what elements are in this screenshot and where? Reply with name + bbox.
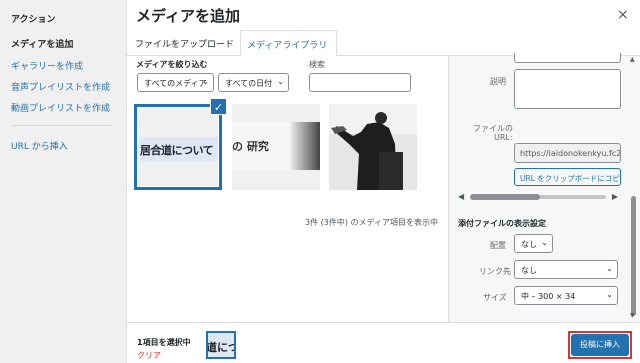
thumb-text: の 研究 (232, 140, 269, 153)
selection-thumb[interactable]: 道につ (206, 331, 236, 359)
date-select-value: すべての日付 (225, 79, 273, 88)
link-to-label: リンク先 (479, 267, 511, 276)
scroll-thumb[interactable] (470, 194, 540, 200)
scroll-thumb[interactable] (631, 196, 636, 316)
link-to-select[interactable]: なし ⌄ (514, 260, 618, 279)
date-select[interactable]: すべての日付 ⌄ (218, 73, 289, 92)
menu-item-video-playlist[interactable]: 動画プレイリストを作成 (11, 101, 110, 114)
chevron-down-icon: ⌄ (202, 77, 209, 86)
thumb-text: 居合道について (140, 144, 214, 157)
size-label: サイズ (483, 293, 507, 302)
file-url-label-line2: URL: (494, 133, 513, 142)
search-label: 検索 (309, 60, 325, 69)
checkmark-icon[interactable]: ✓ (210, 98, 227, 115)
menu-heading: アクション (11, 15, 56, 25)
display-settings-heading: 添付ファイルの表示設定 (458, 219, 546, 228)
scroll-down-icon[interactable]: ▼ (630, 312, 635, 319)
media-type-select-value: すべてのメディア (144, 79, 207, 88)
chevron-down-icon: ⌄ (277, 77, 284, 86)
menu-item-audio-playlist[interactable]: 音声プレイリストを作成 (11, 80, 110, 93)
media-type-select[interactable]: すべてのメディア ⌄ (137, 73, 214, 92)
menu-item-create-gallery[interactable]: ギャラリーを作成 (11, 59, 83, 72)
chevron-down-icon: ⌄ (606, 290, 613, 299)
selection-thumb-text: 道につ (206, 341, 236, 354)
attachment-thumb-1[interactable]: 居合道について (134, 104, 222, 190)
menu-separator (11, 125, 114, 126)
vertical-scrollbar[interactable]: ▲ ▼ (630, 56, 637, 322)
insert-into-post-button[interactable]: 投稿に挿入 (571, 334, 629, 356)
tab-media-library[interactable]: メディアライブラリ (240, 30, 337, 56)
close-icon[interactable]: × (617, 7, 629, 23)
menu-item-insert-from-url[interactable]: URL から挿入 (11, 139, 68, 152)
file-url-field[interactable]: https://iaidonokenkyu.fc2 (514, 143, 621, 163)
modal-title: メディアを追加 (136, 7, 240, 25)
align-label: 配置 (490, 241, 506, 250)
size-select[interactable]: 中 – 300 × 34 ⌄ (514, 286, 618, 305)
description-label: 説明 (490, 77, 506, 86)
selection-count: 1項目を選択中 (137, 338, 191, 347)
copy-url-button[interactable]: URL をクリップボードにコピー (514, 168, 621, 186)
media-frame-menu: アクション メディアを追加 ギャラリーを作成 音声プレイリストを作成 動画プレイ… (0, 0, 127, 363)
size-select-value: 中 – 300 × 34 (521, 292, 576, 301)
chevron-down-icon: ⌄ (541, 238, 548, 247)
tab-upload-files[interactable]: ファイルをアップロード (129, 30, 240, 56)
horizontal-scrollbar[interactable]: ◀ ▶ (458, 192, 618, 201)
scroll-right-icon[interactable]: ▶ (612, 192, 618, 201)
filter-label: メディアを絞り込む (136, 60, 208, 69)
clear-selection-link[interactable]: クリア (137, 350, 161, 361)
menu-item-add-media[interactable]: メディアを追加 (11, 37, 73, 50)
caption-textarea[interactable] (514, 53, 621, 63)
align-select[interactable]: なし ⌄ (514, 234, 553, 253)
attachment-thumb-3[interactable] (329, 104, 417, 190)
chevron-down-icon: ⌄ (606, 264, 613, 273)
media-count-text: 3件 (3件中) のメディア項目を表示中 (305, 218, 438, 227)
scroll-up-icon[interactable]: ▲ (630, 56, 635, 63)
thumb-image-shade (290, 122, 320, 170)
scroll-left-icon[interactable]: ◀ (458, 192, 464, 201)
search-input[interactable] (309, 73, 411, 92)
description-textarea[interactable] (514, 69, 621, 109)
attachment-thumb-2[interactable]: の 研究 (232, 104, 320, 190)
media-frame-toolbar (127, 322, 640, 363)
link-to-select-value: なし (521, 266, 537, 275)
photo-image (329, 104, 417, 190)
align-select-value: なし (521, 240, 537, 249)
